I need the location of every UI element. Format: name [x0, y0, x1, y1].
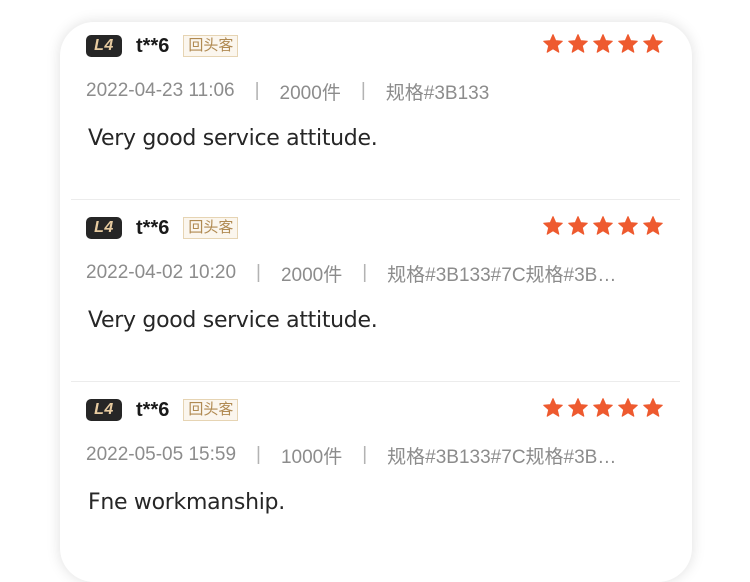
- repeat-customer-tag: 回头客: [183, 35, 239, 57]
- review-header: L4 t**6 回头客: [86, 397, 680, 423]
- star-icon: [568, 398, 588, 417]
- star-icon: [568, 34, 588, 53]
- reviewer-name: t**6: [136, 34, 170, 57]
- star-icon: [643, 216, 663, 235]
- star-icon: [543, 398, 563, 417]
- review-date: 2022-04-23 11:06: [86, 80, 235, 101]
- review-meta: 2022-04-23 11:06 | 2000件 | 规格#3B133: [86, 78, 650, 104]
- meta-separator: |: [254, 80, 260, 101]
- star-icon: [593, 398, 613, 417]
- review-date: 2022-05-05 15:59: [86, 444, 237, 465]
- star-icon: [593, 34, 613, 53]
- order-quantity: 2000件: [279, 82, 341, 104]
- order-quantity: 2000件: [280, 264, 343, 286]
- product-spec: 规格#3B133#7C规格#3B…: [387, 264, 617, 286]
- repeat-customer-tag: 回头客: [183, 217, 239, 239]
- review-item[interactable]: L4 t**6 回头客 2022-04-02 10:20 | 2000件 | 规…: [71, 200, 680, 382]
- review-header: L4 t**6 回头客: [86, 215, 680, 241]
- review-text: Very good service attitude.: [88, 308, 378, 333]
- meta-separator: |: [256, 262, 261, 283]
- meta-separator: |: [360, 80, 366, 101]
- review-text: Fne workmanship.: [88, 490, 285, 515]
- review-meta: 2022-04-02 10:20 | 2000件 | 规格#3B133#7C规格…: [86, 260, 650, 286]
- review-list: L4 t**6 回头客 2022-04-23 11:06 | 2000件 | 规…: [71, 22, 680, 563]
- order-quantity: 1000件: [280, 446, 343, 468]
- star-icon: [643, 398, 663, 417]
- star-icon: [643, 34, 663, 53]
- star-rating: [542, 397, 664, 419]
- review-date: 2022-04-02 10:20: [86, 262, 237, 283]
- review-item[interactable]: L4 t**6 回头客 2022-04-23 11:06 | 2000件 | 规…: [71, 22, 680, 200]
- meta-separator: |: [362, 444, 368, 465]
- review-header: L4 t**6 回头客: [86, 33, 680, 59]
- star-icon: [543, 34, 563, 53]
- meta-separator: |: [362, 262, 368, 283]
- product-spec: 规格#3B133: [385, 82, 490, 104]
- star-icon: [568, 216, 588, 235]
- star-icon: [593, 216, 613, 235]
- level-badge: L4: [86, 35, 122, 57]
- reviews-card: L4 t**6 回头客 2022-04-23 11:06 | 2000件 | 规…: [60, 22, 692, 582]
- review-meta: 2022-05-05 15:59 | 1000件 | 规格#3B133#7C规格…: [86, 442, 650, 468]
- meta-separator: |: [256, 444, 261, 465]
- star-icon: [618, 216, 638, 235]
- product-spec: 规格#3B133#7C规格#3B…: [387, 446, 617, 468]
- level-badge: L4: [86, 399, 122, 421]
- star-rating: [542, 215, 664, 237]
- repeat-customer-tag: 回头客: [183, 399, 239, 421]
- level-badge: L4: [86, 217, 122, 239]
- star-rating: [542, 33, 664, 55]
- star-icon: [543, 216, 563, 235]
- review-text: Very good service attitude.: [88, 126, 378, 151]
- review-item[interactable]: L4 t**6 回头客 2022-05-05 15:59 | 1000件 | 规…: [71, 382, 680, 563]
- star-icon: [618, 398, 638, 417]
- star-icon: [618, 34, 638, 53]
- reviewer-name: t**6: [136, 398, 170, 421]
- reviewer-name: t**6: [136, 216, 170, 239]
